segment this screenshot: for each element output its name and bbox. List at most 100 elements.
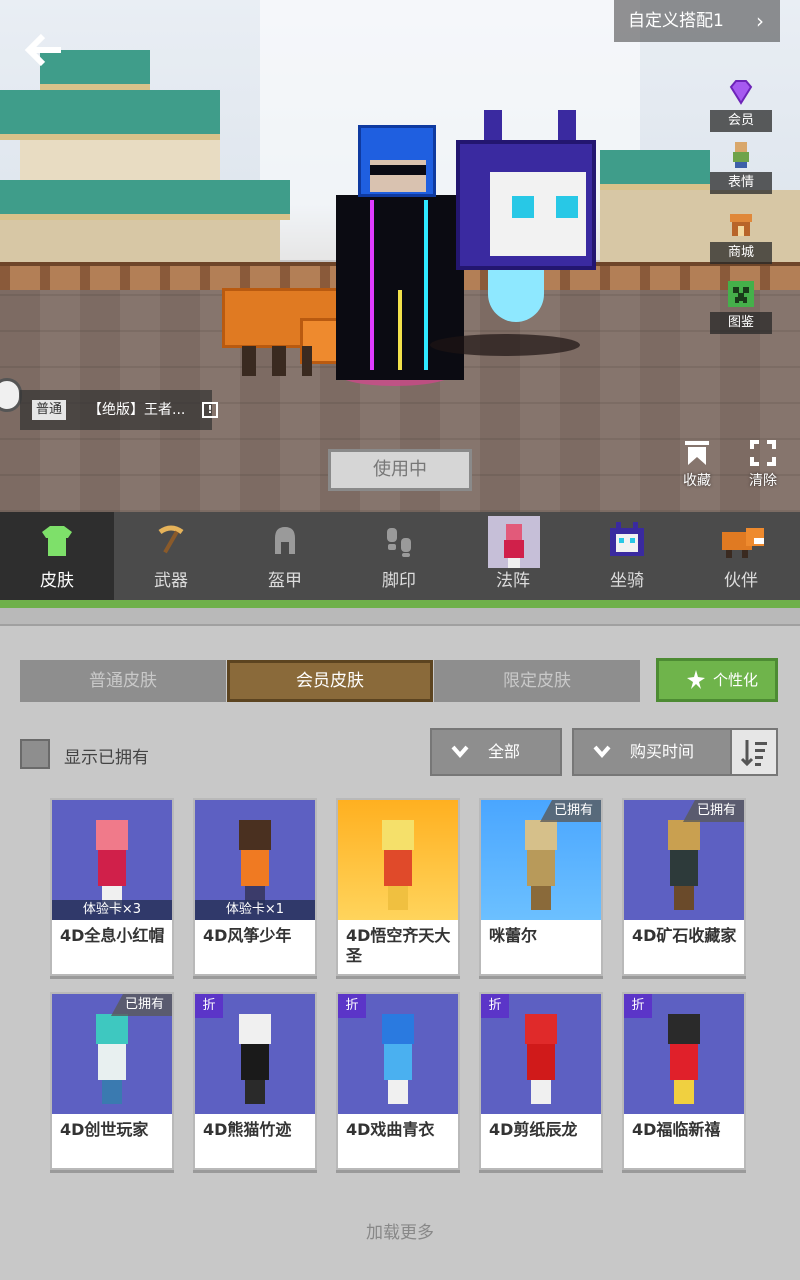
vip-button[interactable]: 会员	[710, 78, 772, 132]
collection-label: 图鉴	[710, 312, 772, 334]
skin-thumbnail: 折	[624, 994, 744, 1114]
tab-companion[interactable]: 伙伴	[684, 512, 798, 600]
in-use-button[interactable]: 使用中	[328, 449, 472, 491]
skin-card[interactable]: 体验卡×3 4D全息小红帽	[50, 798, 174, 976]
show-owned-checkbox[interactable]	[20, 739, 50, 769]
tab-footprint-label: 脚印	[382, 571, 416, 591]
character-preview[interactable]	[0, 0, 800, 512]
skin-name: 4D风筝少年	[203, 926, 292, 945]
current-skin-tag[interactable]: 普通 【绝版】王者... !	[20, 390, 218, 430]
back-arrow-icon-svg	[24, 33, 61, 67]
skin-thumbnail: 折	[338, 994, 458, 1114]
emote-icon	[733, 142, 749, 168]
tab-magic-circle[interactable]: 法阵	[456, 512, 570, 600]
current-skin-name: 【绝版】王者...	[88, 402, 186, 418]
skin-thumbnail: 已拥有	[52, 994, 172, 1114]
tab-weapon-label: 武器	[154, 571, 188, 591]
magic-circle-thumbnail-icon	[488, 516, 540, 568]
sort-filter-dropdown[interactable]: 购买时间	[572, 728, 732, 776]
gem-icon	[729, 80, 753, 105]
sort-order-icon	[740, 740, 767, 767]
skin-name: 4D全息小红帽	[60, 926, 165, 945]
tab-limited-skin[interactable]: 限定皮肤	[434, 660, 640, 702]
skin-card[interactable]: 已拥有 4D矿石收藏家	[622, 798, 746, 976]
category-filter-value: 全部	[488, 742, 521, 761]
fox-companion-icon	[722, 528, 764, 558]
owned-badge: 已拥有	[682, 800, 744, 822]
clear-button[interactable]: 清除	[738, 440, 788, 492]
skin-tier-badge: 普通	[32, 400, 67, 420]
tab-weapon[interactable]: 武器	[114, 512, 228, 600]
skin-thumbnail: 已拥有	[481, 800, 601, 920]
skin-name: 4D福临新禧	[632, 1120, 721, 1139]
load-more-button[interactable]: 加载更多	[300, 1218, 500, 1243]
tab-skin[interactable]: 皮肤	[0, 512, 114, 600]
skin-name: 4D创世玩家	[60, 1120, 149, 1139]
chevron-right-icon: ›	[756, 9, 764, 33]
shop-label: 商城	[710, 242, 772, 264]
robot-mount-icon	[610, 522, 644, 556]
tab-mount-label: 坐骑	[610, 571, 644, 591]
tab-accent-bar	[0, 600, 800, 608]
sort-order-button[interactable]	[730, 728, 778, 776]
tab-normal-skin[interactable]: 普通皮肤	[20, 660, 226, 702]
skin-thumbnail: 折	[195, 994, 315, 1114]
skin-card[interactable]: 体验卡×1 4D风筝少年	[193, 798, 317, 976]
tab-armor[interactable]: 盔甲	[228, 512, 342, 600]
clear-label: 清除	[749, 473, 777, 489]
pickaxe-icon	[158, 525, 184, 554]
show-owned-label: 显示已拥有	[64, 748, 149, 768]
skin-card[interactable]: 折 4D戏曲青衣	[336, 992, 460, 1170]
tab-skin-label: 皮肤	[40, 571, 74, 591]
custom-outfit-label: 自定义搭配1	[628, 11, 724, 31]
skin-thumbnail: 体验卡×1	[195, 800, 315, 920]
skin-thumbnail	[338, 800, 458, 920]
back-arrow-icon[interactable]	[18, 30, 68, 70]
shop-button[interactable]: 商城	[710, 210, 772, 264]
skin-card[interactable]: 已拥有 4D创世玩家	[50, 992, 174, 1170]
skin-card[interactable]: 4D悟空齐天大圣	[336, 798, 460, 976]
discount-badge: 折	[624, 994, 652, 1018]
skin-card[interactable]: 折 4D剪纸辰龙	[479, 992, 603, 1170]
favorite-label: 收藏	[683, 473, 711, 489]
custom-outfit-button[interactable]: 自定义搭配1 ›	[614, 0, 780, 42]
tab-magic-circle-label: 法阵	[496, 571, 530, 591]
shirt-icon	[42, 526, 72, 556]
tab-mount[interactable]: 坐骑	[570, 512, 684, 600]
favorite-button[interactable]: 收藏	[672, 440, 722, 492]
tab-companion-label: 伙伴	[724, 571, 758, 591]
chevron-down-icon	[592, 730, 612, 791]
shop-icon	[730, 214, 752, 236]
trial-card-badge: 体验卡×3	[52, 900, 172, 920]
customize-button[interactable]: 个性化	[656, 658, 778, 702]
collection-button[interactable]: 图鉴	[710, 280, 772, 334]
tab-vip-skin[interactable]: 会员皮肤	[227, 660, 433, 702]
discount-badge: 折	[195, 994, 223, 1018]
creeper-icon	[728, 281, 754, 307]
skin-card[interactable]: 折 4D福临新禧	[622, 992, 746, 1170]
tab-footprint[interactable]: 脚印	[342, 512, 456, 600]
magic-wand-icon	[687, 670, 705, 689]
emote-button[interactable]: 表情	[710, 140, 772, 194]
category-filter-dropdown[interactable]: 全部	[430, 728, 562, 776]
skin-card[interactable]: 折 4D熊猫竹迹	[193, 992, 317, 1170]
skin-name: 4D剪纸辰龙	[489, 1120, 578, 1139]
customize-label: 个性化	[713, 671, 759, 689]
sort-filter-value: 购买时间	[630, 742, 695, 761]
category-tab-bar: 皮肤 武器 盔甲 脚印 法阵 坐骑 伙伴	[0, 512, 800, 600]
skin-name: 4D戏曲青衣	[346, 1120, 435, 1139]
footprint-icon	[387, 528, 411, 557]
owned-badge: 已拥有	[110, 994, 172, 1016]
tab-armor-label: 盔甲	[268, 571, 302, 591]
info-icon[interactable]: !	[202, 402, 218, 418]
skin-card[interactable]: 已拥有 咪蕾尔	[479, 798, 603, 976]
skin-thumbnail: 折	[481, 994, 601, 1114]
trial-card-badge: 体验卡×1	[195, 900, 315, 920]
skin-name: 咪蕾尔	[489, 926, 538, 945]
clear-frame-icon	[750, 440, 776, 466]
discount-badge: 折	[481, 994, 509, 1018]
discount-badge: 折	[338, 994, 366, 1018]
skin-thumbnail: 体验卡×3	[52, 800, 172, 920]
skin-name: 4D熊猫竹迹	[203, 1120, 292, 1139]
skin-name: 4D矿石收藏家	[632, 926, 737, 945]
